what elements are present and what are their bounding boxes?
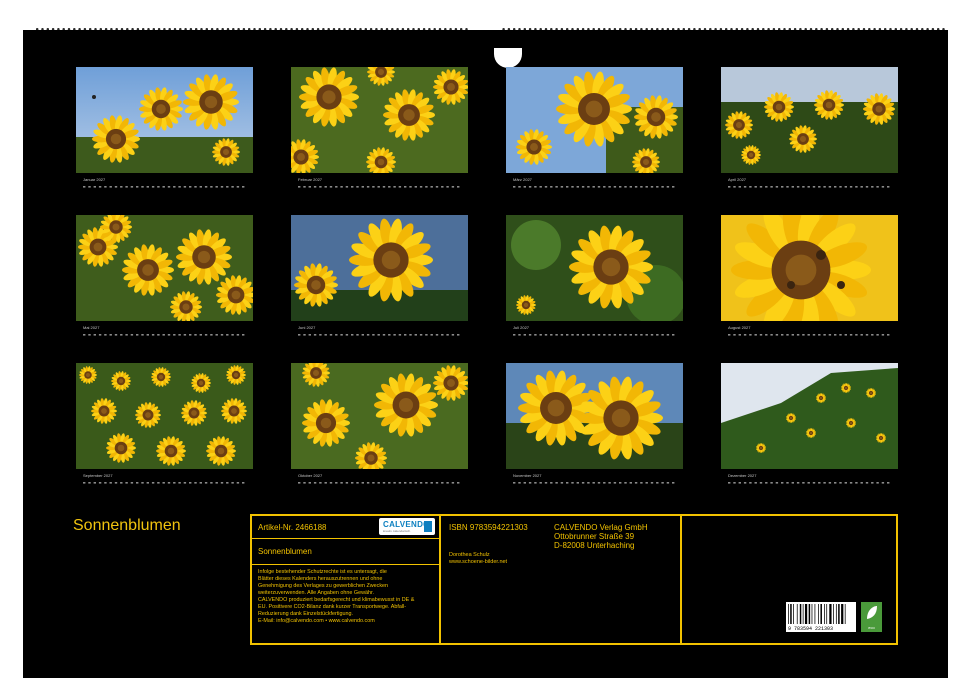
month-thumbnail: Dezember 2027 [721,363,898,484]
sunflower-photo [291,215,468,321]
month-thumbnail: September 2027 [76,363,253,484]
day-row [513,482,675,484]
publisher-city: D-82008 Unterhaching [554,541,635,550]
sunflower-photo [506,363,683,469]
calendar-back-cover: { "cover": { "title": "Sonnenblumen", "c… [0,0,971,700]
calendar-sheet: Januar 2027 Februar 2027 März 2027 April… [23,30,948,678]
publisher-name: CALVENDO Verlag GmbH [554,523,648,532]
divider [252,564,440,565]
barcode-number: 9 783594 221303 [788,626,834,632]
divider [439,516,441,643]
day-row [513,334,675,336]
sunflower-photo [721,67,898,173]
day-row [728,482,890,484]
sunflower-photo [721,215,898,321]
sunflower-photo [76,215,253,321]
day-row [298,186,460,188]
product-info-box: Artikel-Nr. 2466188 CALVENDO kreativ. kal… [250,514,898,645]
month-thumbnail: August 2027 [721,215,898,336]
barcode: 9 783594 221303 [786,602,856,632]
divider [252,538,440,539]
article-number: Artikel-Nr. 2466188 [258,523,327,532]
day-row [728,186,890,188]
sunflower-photo [506,67,683,173]
month-thumbnail: Juli 2027 [506,215,683,336]
sunflower-photo [76,67,253,173]
month-thumbnail: Januar 2027 [76,67,253,188]
divider [680,516,682,643]
sunflower-photo [76,363,253,469]
legal-notice: Infolge bestehender Schutzrechte ist es … [258,569,415,624]
sunflower-photo [291,363,468,469]
day-row [298,334,460,336]
isbn: ISBN 9783594221303 [449,523,528,532]
month-thumbnail: Februar 2027 [291,67,468,188]
author-website[interactable]: www.schoene-bilder.net [449,559,507,565]
day-row [83,186,245,188]
sunflower-photo [506,215,683,321]
day-row [298,482,460,484]
month-thumbnail: November 2027 [506,363,683,484]
calendar-title: Sonnenblumen [73,517,181,534]
calvendo-logo: CALVENDO kreativ. kalendarisch. [379,518,435,535]
day-row [83,482,245,484]
eco-icon: eco [861,602,882,632]
month-thumbnail: Juni 2027 [291,215,468,336]
sunflower-photo [721,363,898,469]
hanging-hole [494,48,522,68]
day-row [513,186,675,188]
product-title: Sonnenblumen [258,547,312,556]
day-row [83,334,245,336]
day-row [728,334,890,336]
month-thumbnail: April 2027 [721,67,898,188]
author-name: Dorothea Schulz [449,552,490,558]
month-thumbnail: März 2027 [506,67,683,188]
publisher-street: Ottobrunner Straße 39 [554,532,635,541]
month-thumbnail: Mai 2027 [76,215,253,336]
month-thumbnail: Oktober 2027 [291,363,468,484]
sunflower-photo [291,67,468,173]
